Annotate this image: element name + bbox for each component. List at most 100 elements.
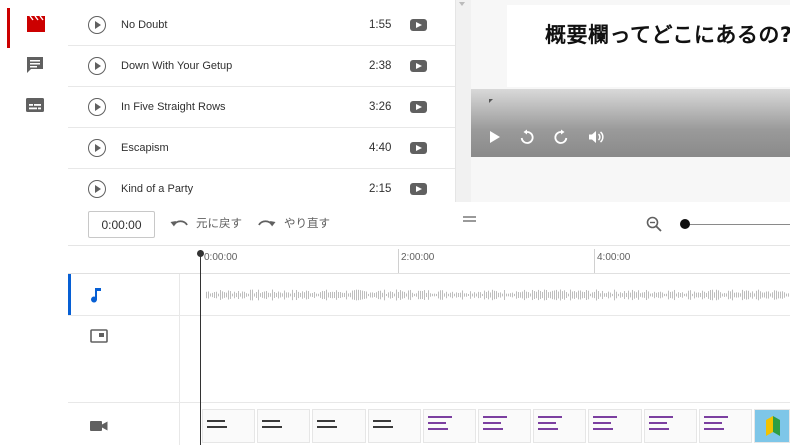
waveform-bar — [672, 291, 673, 299]
list-item[interactable]: No Doubt 1:55 — [68, 5, 455, 46]
undo-button[interactable]: 元に戻す — [170, 215, 242, 231]
waveform-bar — [236, 292, 237, 298]
waveform-bar — [786, 293, 787, 297]
video-thumbnail-strip[interactable] — [202, 409, 790, 443]
waveform-bar — [680, 292, 681, 298]
waveform-bar — [384, 289, 385, 301]
waveform-bar — [532, 289, 533, 301]
forward-icon[interactable] — [553, 129, 569, 149]
list-item[interactable]: Escapism 4:40 — [68, 128, 455, 169]
thumbnail-text-line — [648, 416, 673, 418]
timeline-ruler[interactable]: 0:00:00 2:00:00 4:00:00 — [68, 246, 790, 274]
waveform-bar — [228, 290, 229, 300]
waveform-bar — [586, 290, 587, 300]
video-lane[interactable] — [68, 403, 790, 445]
waveform-bar — [670, 291, 671, 299]
zoom-out-icon[interactable] — [646, 216, 662, 236]
play-circle-icon[interactable] — [88, 98, 106, 116]
audio-lane[interactable] — [68, 274, 790, 316]
waveform-bar — [558, 291, 559, 299]
waveform-bar — [264, 291, 265, 299]
youtube-icon[interactable] — [410, 142, 427, 154]
rewind-icon[interactable] — [519, 129, 535, 149]
play-circle-icon[interactable] — [88, 57, 106, 75]
resize-handle-icon[interactable] — [463, 216, 476, 222]
waveform-bar — [588, 290, 589, 300]
waveform-bar — [312, 292, 313, 298]
waveform-bar — [526, 291, 527, 299]
waveform-bar — [464, 293, 465, 297]
youtube-icon[interactable] — [410, 101, 427, 113]
video-preview[interactable]: 概要欄ってどこにあるの? — [471, 0, 790, 202]
play-circle-icon[interactable] — [88, 180, 106, 198]
youtube-icon[interactable] — [410, 183, 427, 195]
list-item[interactable]: Down With Your Getup 2:38 — [68, 46, 455, 87]
waveform-bar — [274, 291, 275, 299]
thumbnail-text-line — [483, 422, 502, 424]
youtube-icon[interactable] — [410, 60, 427, 72]
waveform-bar — [728, 290, 729, 300]
waveform-bar — [234, 291, 235, 299]
waveform-bar — [662, 292, 663, 298]
waveform-bar — [774, 290, 775, 300]
end-screen-lane[interactable] — [68, 316, 790, 403]
waveform-bar — [408, 290, 409, 300]
waveform-bar — [226, 292, 227, 298]
scroll-up-arrow-icon[interactable] — [459, 2, 465, 6]
list-item[interactable]: Kind of a Party 2:15 — [68, 169, 455, 202]
waveform-bar — [572, 291, 573, 299]
thumbnail-text-line — [703, 416, 728, 418]
waveform-bar — [210, 293, 211, 297]
waveform-bar — [332, 291, 333, 299]
redo-button[interactable]: やり直す — [258, 215, 330, 231]
waveform-bar — [654, 291, 655, 299]
waveform-bar — [488, 290, 489, 300]
waveform-bar — [754, 293, 755, 297]
video-thumbnail — [643, 409, 697, 443]
waveform-bar — [388, 292, 389, 298]
waveform-bar — [758, 289, 759, 301]
volume-icon[interactable] — [588, 129, 604, 149]
waveform-bar — [436, 293, 437, 297]
waveform-bar — [392, 292, 393, 298]
waveform-bar — [298, 291, 299, 299]
play-circle-icon[interactable] — [88, 16, 106, 34]
rail-item-editor[interactable] — [0, 4, 68, 48]
track-duration: 2:38 — [369, 60, 392, 72]
waveform-bar — [608, 291, 609, 299]
waveform-bar — [474, 292, 475, 298]
waveform-bar — [656, 292, 657, 298]
waveform-bar — [382, 292, 383, 298]
waveform-bar — [494, 290, 495, 300]
waveform-bar — [430, 293, 431, 297]
play-icon[interactable] — [489, 129, 501, 148]
ruler-tick — [594, 249, 595, 273]
thumbnail-text-line — [427, 422, 446, 424]
waveform-bar — [652, 293, 653, 297]
waveform-bar — [546, 290, 547, 300]
waveform-bar — [420, 290, 421, 300]
playhead-handle[interactable] — [197, 250, 204, 257]
waveform-bar — [748, 290, 749, 300]
youtube-icon[interactable] — [410, 19, 427, 31]
zoom-slider-track[interactable] — [688, 224, 790, 225]
waveform-bar — [560, 289, 561, 301]
playhead[interactable] — [200, 250, 201, 445]
play-circle-icon[interactable] — [88, 139, 106, 157]
track-duration: 3:26 — [369, 101, 392, 113]
waveform-bar — [784, 292, 785, 298]
video-thumbnail — [257, 409, 311, 443]
waveform-bar — [444, 293, 445, 297]
waveform-bar — [690, 290, 691, 300]
timecode-input[interactable]: 0:00:00 — [88, 211, 155, 238]
waveform-bar — [438, 291, 439, 299]
rail-item-comments[interactable] — [0, 45, 68, 85]
zoom-slider-handle[interactable] — [680, 219, 690, 229]
video-camera-icon — [90, 417, 108, 436]
list-item[interactable]: In Five Straight Rows 3:26 — [68, 87, 455, 128]
waveform-bar — [330, 292, 331, 298]
waveform-bar — [736, 292, 737, 298]
waveform-bar — [628, 290, 629, 300]
waveform-bar — [490, 292, 491, 298]
rail-item-subtitles[interactable] — [0, 85, 68, 125]
